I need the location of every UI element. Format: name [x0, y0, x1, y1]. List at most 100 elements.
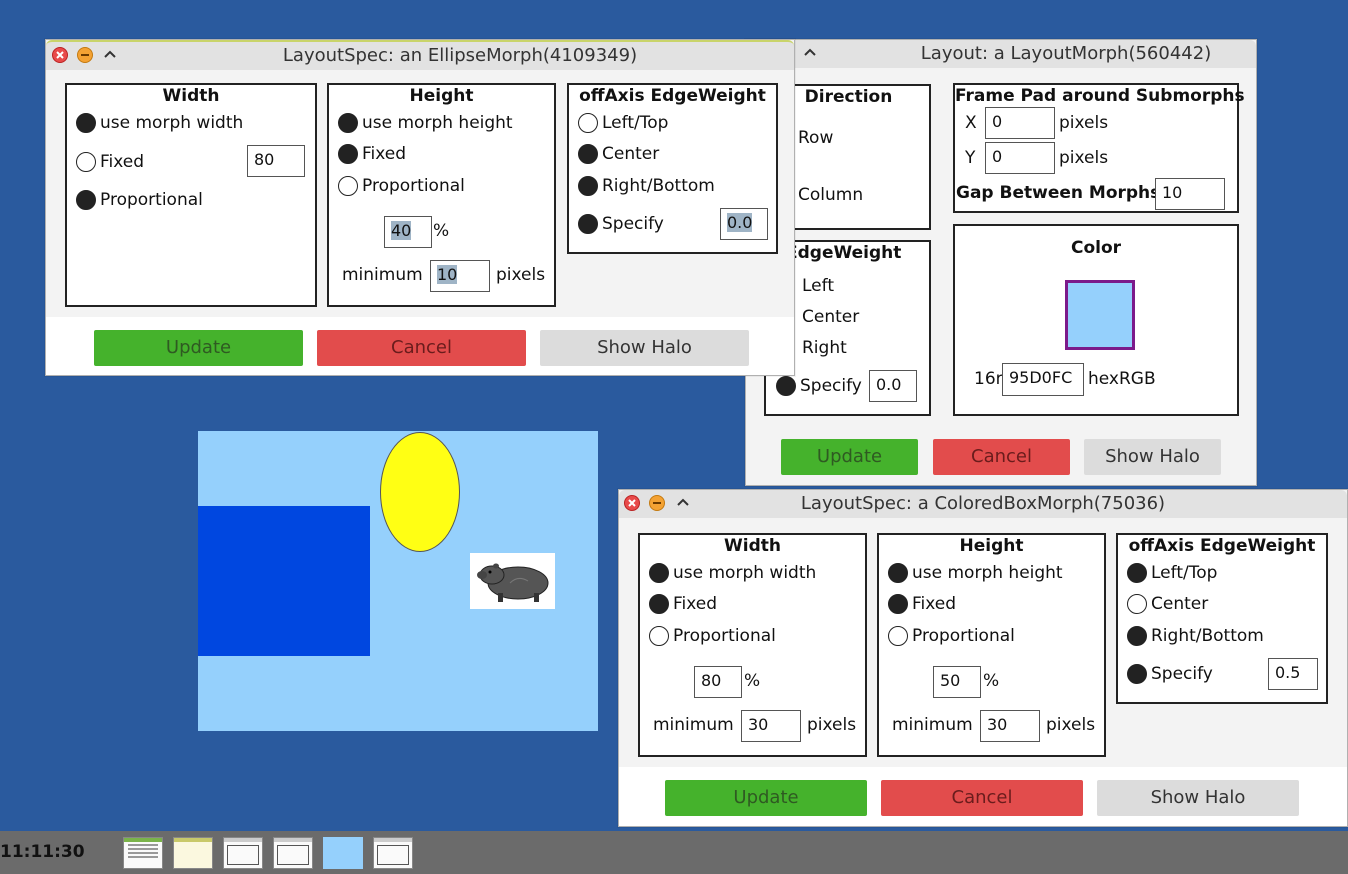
taskbar-thumb-layoutspec-ellipse[interactable]: [273, 837, 313, 869]
framepad-y-field[interactable]: 0: [985, 142, 1055, 174]
width-fixed-field[interactable]: 80: [247, 145, 305, 177]
edgeweight-left-option[interactable]: Left: [802, 276, 834, 296]
height-min-field[interactable]: 30: [980, 710, 1040, 742]
edgeweight-specify-label: Specify: [800, 376, 862, 396]
cancel-button[interactable]: Cancel: [317, 330, 526, 366]
offaxis-specify-field[interactable]: 0.5: [1268, 658, 1318, 690]
radio-selected-icon[interactable]: [1127, 626, 1147, 646]
radio-selected-icon[interactable]: [649, 563, 669, 583]
width-morph-option[interactable]: use morph width: [649, 563, 816, 583]
update-button[interactable]: Update: [781, 439, 918, 475]
update-button[interactable]: Update: [665, 780, 867, 816]
height-percent-field[interactable]: 40: [384, 216, 432, 248]
collapse-icon[interactable]: [102, 46, 118, 62]
width-prop-option[interactable]: Proportional: [649, 626, 776, 646]
width-percent-field[interactable]: 80: [694, 666, 742, 698]
radio-selected-icon[interactable]: [578, 176, 598, 196]
radio-selected-icon[interactable]: [76, 190, 96, 210]
height-min-field[interactable]: 10: [430, 260, 490, 292]
offaxis-specify-field[interactable]: 0.0: [720, 208, 768, 240]
width-morph-option[interactable]: use morph width: [76, 113, 243, 133]
layout-window[interactable]: Layout: a LayoutMorph(560442) Direction …: [745, 39, 1257, 486]
edgeweight-specify-field[interactable]: 0.0: [869, 370, 917, 402]
radio-selected-icon[interactable]: [888, 594, 908, 614]
image-morph[interactable]: [470, 553, 555, 609]
offaxis-right-option[interactable]: Right/Bottom: [1127, 626, 1264, 646]
radio-selected-icon[interactable]: [888, 563, 908, 583]
update-button[interactable]: Update: [94, 330, 303, 366]
taskbar-thumb-workspace[interactable]: [173, 837, 213, 869]
offaxis-left-option[interactable]: Left/Top: [1127, 563, 1217, 583]
offaxis-specify-option[interactable]: Specify: [578, 214, 664, 234]
width-min-field[interactable]: 30: [741, 710, 801, 742]
height-fixed-option[interactable]: Fixed: [338, 144, 406, 164]
radio-selected-icon[interactable]: [338, 144, 358, 164]
layout-morph-canvas[interactable]: [198, 431, 598, 731]
offaxis-center-option[interactable]: Center: [1127, 594, 1208, 614]
width-fixed-label: Fixed: [673, 594, 718, 614]
radio-empty-icon[interactable]: [1127, 594, 1147, 614]
gap-field[interactable]: 10: [1155, 178, 1225, 210]
direction-column-option[interactable]: Column: [798, 185, 863, 205]
color-swatch[interactable]: [1065, 280, 1135, 350]
height-prop-option[interactable]: Proportional: [888, 626, 1015, 646]
radio-empty-icon[interactable]: [649, 626, 669, 646]
offaxis-left-option[interactable]: Left/Top: [578, 113, 668, 133]
radio-empty-icon[interactable]: [76, 152, 96, 172]
show-halo-button[interactable]: Show Halo: [1097, 780, 1299, 816]
ellipse-spec-window[interactable]: LayoutSpec: an EllipseMorph(4109349) Wid…: [45, 39, 795, 376]
height-morph-option[interactable]: use morph height: [888, 563, 1063, 583]
radio-selected-icon[interactable]: [776, 376, 796, 396]
direction-row-option[interactable]: Row: [798, 128, 833, 148]
ellipse-morph[interactable]: [380, 432, 460, 552]
radio-empty-icon[interactable]: [888, 626, 908, 646]
edgeweight-right-option[interactable]: Right: [802, 338, 847, 358]
cancel-button[interactable]: Cancel: [933, 439, 1070, 475]
radio-empty-icon[interactable]: [338, 176, 358, 196]
radio-selected-icon[interactable]: [338, 113, 358, 133]
show-halo-button[interactable]: Show Halo: [540, 330, 749, 366]
minimize-icon[interactable]: [77, 47, 93, 63]
radio-selected-icon[interactable]: [76, 113, 96, 133]
height-fixed-option[interactable]: Fixed: [888, 594, 956, 614]
width-pixels-label: pixels: [807, 715, 857, 735]
color-header: Color: [1070, 238, 1122, 258]
framepad-x-field[interactable]: 0: [985, 107, 1055, 139]
offaxis-center-option[interactable]: Center: [578, 144, 659, 164]
window-title: Layout: a LayoutMorph(560442): [920, 43, 1212, 64]
radio-selected-icon[interactable]: [649, 594, 669, 614]
close-icon[interactable]: [52, 47, 68, 63]
collapse-icon[interactable]: [802, 44, 818, 60]
radio-selected-icon[interactable]: [1127, 664, 1147, 684]
height-morph-option[interactable]: use morph height: [338, 113, 513, 133]
radio-selected-icon[interactable]: [578, 144, 598, 164]
offaxis-right-option[interactable]: Right/Bottom: [578, 176, 715, 196]
offaxis-specify-option[interactable]: Specify: [1127, 664, 1213, 684]
radio-selected-icon[interactable]: [578, 214, 598, 234]
cancel-button[interactable]: Cancel: [881, 780, 1083, 816]
height-prop-option[interactable]: Proportional: [338, 176, 465, 196]
width-prop-option[interactable]: Proportional: [76, 190, 203, 210]
width-header: Width: [162, 86, 220, 106]
taskbar-thumb-canvas[interactable]: [323, 837, 363, 869]
edgeweight-specify-option[interactable]: Specify: [776, 376, 862, 396]
width-morph-label: use morph width: [673, 563, 817, 583]
taskbar-thumb-layoutspec-box[interactable]: [373, 837, 413, 869]
radio-selected-icon[interactable]: [1127, 563, 1147, 583]
show-halo-button[interactable]: Show Halo: [1084, 439, 1221, 475]
radio-empty-icon[interactable]: [578, 113, 598, 133]
coloredbox-spec-window[interactable]: LayoutSpec: a ColoredBoxMorph(75036) Wid…: [618, 489, 1348, 827]
coloredbox-spec-titlebar[interactable]: LayoutSpec: a ColoredBoxMorph(75036): [619, 490, 1347, 518]
width-fixed-option[interactable]: Fixed: [649, 594, 717, 614]
height-percent-field[interactable]: 50: [933, 666, 981, 698]
height-fixed-label: Fixed: [362, 144, 407, 164]
color-hex-field[interactable]: 95D0FC: [1002, 363, 1084, 396]
layout-window-titlebar[interactable]: Layout: a LayoutMorph(560442): [746, 40, 1256, 68]
taskbar-thumb-browser[interactable]: [123, 837, 163, 869]
colored-box-morph[interactable]: [198, 506, 370, 656]
edgeweight-center-option[interactable]: Center: [802, 307, 859, 327]
ellipse-spec-titlebar[interactable]: LayoutSpec: an EllipseMorph(4109349): [46, 40, 794, 70]
width-fixed-option[interactable]: Fixed: [76, 152, 144, 172]
taskbar-thumb-layout[interactable]: [223, 837, 263, 869]
window-title: LayoutSpec: an EllipseMorph(4109349): [282, 45, 638, 66]
